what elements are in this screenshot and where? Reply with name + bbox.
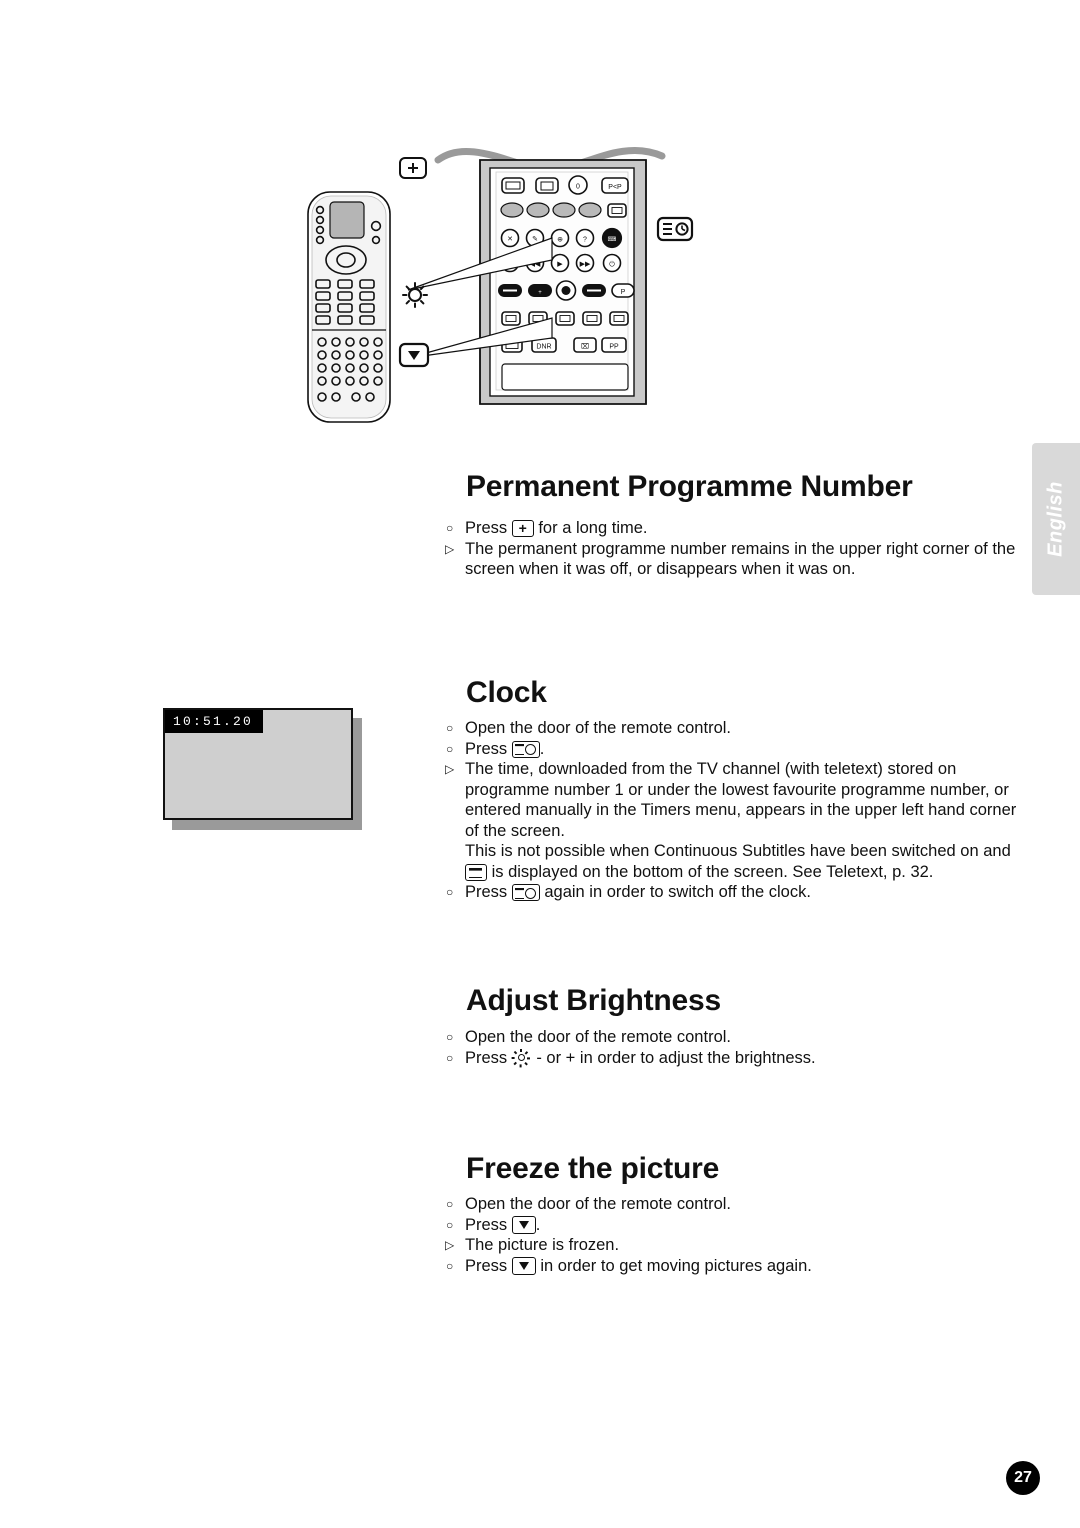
text-subtitles-line2-text: is displayed on the bottom of the screen… <box>487 862 934 881</box>
svg-text:?: ? <box>583 237 587 244</box>
svg-text:P: P <box>621 289 626 296</box>
bullet-circle-icon: ○ <box>446 521 454 535</box>
list-item: ○ Open the door of the remote control. <box>443 718 1028 739</box>
text-subtitles-line2: is displayed on the bottom of the screen… <box>443 862 1028 883</box>
text-moving-again: in order to get moving pictures again. <box>535 1256 812 1275</box>
list-item: ○ Press . <box>443 1215 1028 1236</box>
svg-text:✎: ✎ <box>532 236 538 243</box>
svg-text:DNR: DNR <box>536 344 551 351</box>
list-item: ○ Press - or + in order to adjust the br… <box>443 1048 1028 1069</box>
heading-freeze-the-picture: Freeze the picture <box>466 1152 720 1185</box>
heading-adjust-brightness: Adjust Brightness <box>466 984 721 1017</box>
remote-control-illustration: .st { fill:none; stroke:#111; stroke-wid… <box>290 130 720 460</box>
section-permanent-programme-number: ○ Press for a long time. ▷ The permanent… <box>443 518 1028 580</box>
text-open-door: Open the door of the remote control. <box>465 1195 731 1213</box>
svg-text:0: 0 <box>576 184 580 191</box>
text-period: . <box>535 1215 541 1234</box>
text-open-door: Open the door of the remote control. <box>465 1028 731 1046</box>
plus-key-icon <box>511 519 534 538</box>
list-item: ○ Press again in order to switch off the… <box>443 882 1028 903</box>
text-time-line4: of the screen. <box>465 821 565 840</box>
svg-text:PP: PP <box>609 344 619 351</box>
bullet-circle-icon: ○ <box>446 741 454 756</box>
text-switch-off: again in order to switch off the clock. <box>539 883 811 901</box>
svg-text:+: + <box>538 290 542 296</box>
text-press: Press <box>465 739 512 758</box>
text-long-time: for a long time. <box>533 519 648 537</box>
text-adjust: - or + in order to adjust the brightness… <box>531 1048 816 1067</box>
text-open-door: Open the door of the remote control. <box>465 719 731 737</box>
heading-clock: Clock <box>466 676 547 709</box>
list-item: ▷ The picture is frozen. <box>443 1235 1028 1256</box>
list-item: ○ Press for a long time. <box>443 518 1028 539</box>
list-item: ▷ The time, downloaded from the TV chann… <box>443 759 1028 780</box>
manual-page: English .st { fill:none; stroke:#111; st… <box>0 0 1080 1528</box>
section-adjust-brightness: ○ Open the door of the remote control. ○… <box>443 1027 1028 1068</box>
list-item: ▷ The permanent programme number remains… <box>443 539 1028 560</box>
svg-text:P<P: P<P <box>608 184 622 191</box>
text-press: Press <box>465 1215 512 1234</box>
text-time-line3: entered manually in the Timers menu, app… <box>465 801 1017 819</box>
section-freeze-the-picture: ○ Open the door of the remote control. ○… <box>443 1194 1028 1276</box>
bullet-circle-icon: ○ <box>446 1197 454 1211</box>
svg-text:▶▶: ▶▶ <box>580 261 591 268</box>
list-item: ○ Press in order to get moving pictures … <box>443 1256 1028 1277</box>
text-press: Press <box>465 883 512 901</box>
freeze-key-icon <box>511 1215 536 1234</box>
bullet-circle-icon: ○ <box>446 885 454 899</box>
heading-permanent-programme-number: Permanent Programme Number <box>466 470 913 503</box>
text-result-line1: The permanent programme number remains i… <box>465 539 1016 558</box>
language-tab: English <box>1032 443 1080 595</box>
svg-text:⌨: ⌨ <box>608 236 617 243</box>
text-time-line1: The time, downloaded from the TV channel… <box>465 760 957 778</box>
teletext-key-icon <box>465 863 487 881</box>
bullet-circle-icon: ○ <box>446 1050 454 1065</box>
svg-text:⌧: ⌧ <box>581 343 589 351</box>
svg-text:⊕: ⊕ <box>557 237 563 244</box>
clock-key-icon <box>511 740 540 758</box>
language-tab-label: English <box>1044 481 1067 557</box>
bullet-circle-icon: ○ <box>446 1258 454 1273</box>
list-item: ○ Open the door of the remote control. <box>443 1027 1028 1048</box>
bullet-circle-icon: ○ <box>446 1217 454 1232</box>
bullet-triangle-icon: ▷ <box>445 762 455 776</box>
section-clock: ○ Open the door of the remote control. ○… <box>443 718 1028 903</box>
svg-text:▶: ▶ <box>557 261 563 268</box>
text-press: Press <box>465 1256 512 1275</box>
clock-time-readout: 10:51.20 <box>165 710 264 733</box>
tv-screen-clock-example: 10:51.20 <box>163 708 353 820</box>
text-frozen: The picture is frozen. <box>465 1236 620 1254</box>
svg-text:⏻: ⏻ <box>609 261 615 269</box>
clock-key-icon <box>511 884 540 901</box>
text-press: Press <box>465 519 512 537</box>
bullet-circle-icon: ○ <box>446 1030 454 1044</box>
svg-text:✕: ✕ <box>507 236 513 243</box>
text-press: Press <box>465 1048 512 1067</box>
text-time-line2: programme number 1 or under the lowest f… <box>465 780 1009 799</box>
text-period: . <box>539 739 545 758</box>
page-number-badge: 27 <box>1006 1461 1040 1495</box>
text-subtitles-line1: This is not possible when Continuous Sub… <box>465 842 1011 860</box>
freeze-key-icon <box>511 1256 536 1275</box>
bullet-triangle-icon: ▷ <box>445 1238 455 1252</box>
brightness-key-icon <box>511 1048 532 1067</box>
bullet-triangle-icon: ▷ <box>445 541 455 556</box>
text-result-line2: screen when it was off, or disappears wh… <box>465 560 856 578</box>
list-item: ○ Press . <box>443 739 1028 760</box>
list-item: ○ Open the door of the remote control. <box>443 1194 1028 1215</box>
bullet-circle-icon: ○ <box>446 721 454 735</box>
